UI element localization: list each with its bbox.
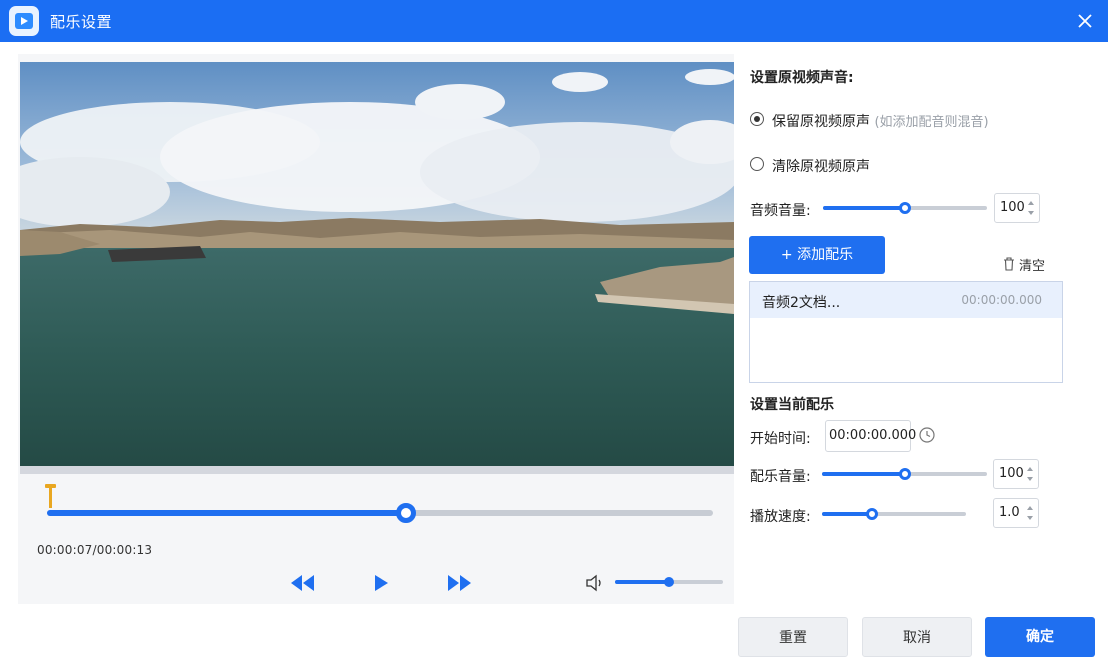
keep-original-audio-radio[interactable]	[750, 112, 764, 126]
clear-original-audio-radio[interactable]	[750, 157, 764, 171]
add-music-button[interactable]: + 添加配乐	[749, 236, 885, 274]
reset-button[interactable]: 重置	[738, 617, 848, 657]
preview-panel: 00:00:07/00:00:13	[18, 54, 734, 604]
close-button[interactable]	[1072, 8, 1098, 34]
cancel-button[interactable]: 取消	[862, 617, 972, 657]
playback-speed-fill	[822, 512, 873, 516]
audio-volume-label: 音频音量:	[750, 203, 811, 219]
audio-volume-stepper[interactable]	[1028, 198, 1036, 218]
confirm-button[interactable]: 确定	[985, 617, 1095, 657]
play-button[interactable]	[366, 570, 396, 596]
close-icon	[1078, 14, 1092, 28]
music-volume-handle[interactable]	[898, 468, 911, 480]
playback-progress-fill	[47, 510, 406, 516]
music-volume-fill	[822, 472, 905, 476]
music-volume-slider[interactable]	[822, 468, 987, 480]
window-title: 配乐设置	[50, 13, 113, 31]
audio-volume-input[interactable]: 100	[994, 193, 1040, 223]
playback-speed-stepper[interactable]	[1027, 503, 1035, 523]
list-item[interactable]: 音频2文档... 00:00:00.000	[750, 282, 1062, 318]
rewind-button[interactable]	[288, 570, 318, 596]
music-volume-label: 配乐音量:	[750, 469, 811, 485]
playback-speed-slider[interactable]	[822, 508, 966, 520]
trim-start-marker[interactable]	[45, 484, 56, 510]
start-time-input[interactable]: 00:00:00.000	[825, 420, 916, 452]
music-volume-stepper[interactable]	[1027, 464, 1035, 484]
clear-music-label: 清空	[1019, 259, 1046, 274]
audio-volume-handle[interactable]	[899, 202, 911, 214]
timeline[interactable]	[45, 484, 713, 524]
playback-speed-label: 播放速度:	[750, 509, 811, 525]
playback-track[interactable]	[47, 503, 713, 523]
keep-original-audio-hint: (如添加配音则混音)	[874, 115, 989, 130]
fast-forward-button[interactable]	[444, 570, 474, 596]
original-audio-title: 设置原视频声音:	[750, 70, 854, 86]
current-music-title: 设置当前配乐	[750, 397, 834, 413]
speaker-icon[interactable]	[585, 573, 607, 593]
audio-volume-fill	[823, 206, 905, 210]
audio-volume-slider[interactable]	[823, 202, 987, 214]
title-bar: 配乐设置	[0, 0, 1108, 42]
playback-speed-handle[interactable]	[866, 508, 879, 520]
app-logo-icon	[9, 6, 39, 36]
playback-handle[interactable]	[395, 503, 416, 523]
fast-forward-icon	[448, 575, 471, 591]
video-progress-bar	[20, 466, 734, 474]
trash-icon	[1004, 257, 1014, 271]
clear-original-audio-label[interactable]: 清除原视频原声	[772, 156, 870, 176]
music-list: 音频2文档... 00:00:00.000	[749, 281, 1063, 383]
playback-speed-value: 1.0	[999, 505, 1020, 520]
preview-volume-slider[interactable]	[615, 577, 723, 587]
start-time-label: 开始时间:	[750, 431, 811, 447]
rewind-icon	[291, 575, 314, 591]
music-item-time: 00:00:00.000	[961, 293, 1042, 307]
clock-icon[interactable]	[918, 426, 936, 444]
keep-original-audio-label[interactable]: 保留原视频原声 (如添加配音则混音)	[772, 111, 989, 131]
preview-volume-handle[interactable]	[664, 577, 674, 587]
audio-volume-value: 100	[1000, 200, 1025, 215]
preview-volume-fill	[615, 580, 669, 584]
music-item-name: 音频2文档...	[762, 295, 841, 311]
playback-speed-input[interactable]: 1.0	[993, 498, 1039, 528]
video-scene-image	[20, 62, 734, 466]
video-preview	[20, 62, 734, 466]
music-volume-input[interactable]: 100	[993, 459, 1039, 489]
music-volume-value: 100	[999, 466, 1024, 481]
time-readout: 00:00:07/00:00:13	[37, 543, 153, 557]
play-icon	[375, 575, 388, 591]
